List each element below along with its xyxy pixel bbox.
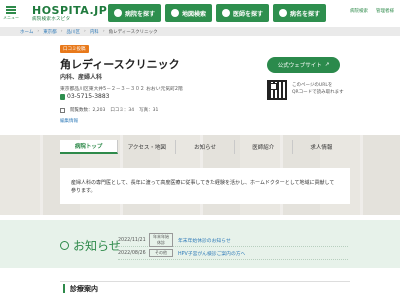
service-section: [60, 281, 350, 300]
qr-caption-line: QRコードで読み取れます: [292, 89, 344, 95]
tab-doctors[interactable]: 医師紹介: [235, 140, 293, 154]
clinic-address: 東京都品川区東大井5－２－３－３０２ おおい元気町2階: [60, 87, 183, 92]
meta-reviews: 口コミ：34: [110, 108, 135, 113]
breadcrumb-current: 角レディースクリニック: [108, 29, 158, 35]
edit-info-link[interactable]: 編集情報: [60, 118, 78, 124]
breadcrumb: ホーム › 東京都 › 品川区 › 内科 › 角レディースクリニック: [0, 27, 400, 36]
util-link-search[interactable]: 病院検索: [350, 8, 368, 14]
news-date: 2022/08/26: [118, 250, 146, 256]
meta-photos: 写真：31: [139, 108, 159, 113]
review-badge: 口コミ投稿: [60, 45, 89, 53]
document-icon: [60, 107, 65, 113]
nav-doctor-button[interactable]: 医師を探す: [216, 4, 270, 22]
news-list: 2022/11/21 年末年始休診 年末年始休診のお知らせ 2022/08/26…: [118, 233, 348, 260]
phone-number: 03-5715-3883: [67, 93, 110, 100]
meta-views: 閲覧数数：2,203: [70, 108, 106, 113]
hospital-icon: [114, 9, 122, 17]
tab-top[interactable]: 病院トップ: [60, 140, 119, 154]
clinic-name: 角レディースクリニック: [60, 58, 180, 71]
nav-map-button[interactable]: 地図検索: [165, 4, 213, 22]
external-link-icon: ↗: [324, 62, 330, 68]
header-nav: 病院を探す 地図検索 医師を探す 病名を探す: [108, 4, 327, 22]
breadcrumb-separator: ›: [102, 29, 105, 34]
site-button-label: 公式ウェブサイト: [277, 63, 322, 69]
clock-icon: [60, 241, 69, 250]
qr-caption: このページのURLを QRコードで読み取れます: [292, 83, 344, 96]
list-item: 2022/11/21 年末年始休診 年末年始休診のお知らせ: [118, 233, 348, 247]
menu-label: メニュー: [3, 15, 19, 20]
tab-access[interactable]: アクセス・地図: [118, 140, 177, 154]
hamburger-icon: [6, 6, 16, 14]
breadcrumb-pref[interactable]: 東京都: [43, 29, 57, 35]
util-links: 病院検索 管理者様: [350, 8, 394, 14]
nav-disease-button[interactable]: 病名を探す: [273, 4, 327, 22]
nav-label: 医師を探す: [233, 10, 264, 18]
news-heading: お知らせ: [60, 237, 121, 254]
nav-label: 地図検索: [182, 10, 207, 18]
site-logo[interactable]: HOSPITA.JP 病院検索ホスピタ: [32, 5, 107, 22]
official-site-button[interactable]: 公式ウェブサイト ↗: [267, 57, 340, 73]
qr-code: [267, 80, 287, 100]
nav-hospital-button[interactable]: 病院を探す: [108, 4, 162, 22]
clinic-meta: 閲覧数数：2,203 口コミ：34 写真：31: [60, 107, 158, 113]
breadcrumb-separator: ›: [37, 29, 40, 34]
site-header: メニュー HOSPITA.JP 病院検索ホスピタ 病院を探す 地図検索 医師を探…: [0, 0, 400, 27]
clinic-departments: 内科、産婦人科: [60, 74, 103, 81]
map-icon: [171, 9, 180, 17]
news-title: お知らせ: [73, 239, 121, 253]
tab-news[interactable]: お知らせ: [176, 140, 235, 154]
breadcrumb-separator: ›: [60, 29, 63, 34]
breadcrumb-home[interactable]: ホーム: [20, 29, 33, 35]
util-link-admin[interactable]: 管理者様: [376, 8, 394, 14]
clinic-tabs: 病院トップ アクセス・地図 お知らせ 医師紹介 求人情報: [60, 140, 350, 154]
breadcrumb-separator: ›: [84, 29, 86, 34]
service-heading: 診療案内: [70, 285, 98, 293]
intro-text: 産婦人科の専門医として、長年に渡って高度医療に従事してきた経験を活かし、ホームド…: [60, 168, 350, 204]
news-link[interactable]: HPV子宮がん検診ご案内の方へ: [178, 250, 245, 257]
logo-name: HOSPITA.JP: [32, 4, 108, 17]
news-link[interactable]: 年末年始休診のお知らせ: [178, 237, 231, 244]
list-item: 2022/08/26 その他 HPV子宮がん検診ご案内の方へ: [118, 247, 348, 260]
menu-button[interactable]: メニュー: [0, 0, 22, 27]
news-category: 年末年始休診: [149, 233, 173, 247]
breadcrumb-city[interactable]: 品川区: [67, 29, 81, 35]
nav-label: 病院を探す: [125, 10, 156, 18]
section-accent-bar: [63, 284, 65, 293]
nav-label: 病名を探す: [290, 10, 321, 18]
breadcrumb-dept[interactable]: 内科: [90, 29, 99, 35]
doctor-icon: [222, 9, 231, 17]
news-category: その他: [149, 249, 173, 257]
logo-sub: 病院検索ホスピタ: [32, 17, 71, 22]
news-date: 2022/11/21: [118, 237, 146, 243]
disease-icon: [279, 9, 288, 17]
clinic-phone[interactable]: 03-5715-3883: [60, 93, 110, 100]
tab-jobs[interactable]: 求人情報: [293, 140, 350, 154]
phone-icon: [60, 93, 65, 100]
